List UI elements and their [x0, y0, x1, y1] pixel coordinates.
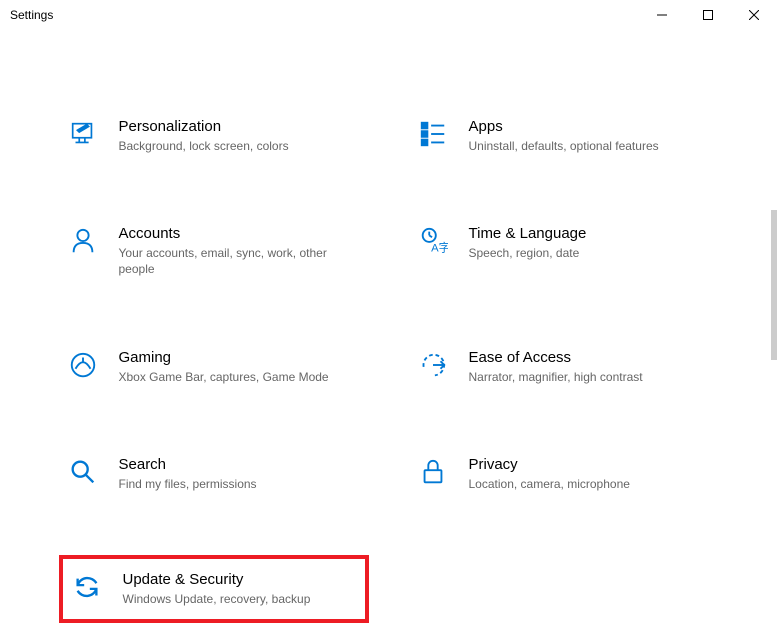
search-icon [67, 456, 99, 488]
privacy-icon [417, 456, 449, 488]
category-apps[interactable]: Apps Uninstall, defaults, optional featu… [409, 110, 719, 162]
scrollbar[interactable] [771, 210, 777, 360]
category-desc: Find my files, permissions [119, 476, 361, 492]
category-text: Apps Uninstall, defaults, optional featu… [469, 118, 711, 154]
category-title: Privacy [469, 456, 711, 473]
category-text: Personalization Background, lock screen,… [119, 118, 361, 154]
maximize-button[interactable] [685, 0, 731, 30]
category-desc: Your accounts, email, sync, work, other … [119, 245, 361, 277]
accounts-icon [67, 225, 99, 257]
category-text: Privacy Location, camera, microphone [469, 456, 711, 492]
category-privacy[interactable]: Privacy Location, camera, microphone [409, 448, 719, 500]
titlebar: Settings [0, 0, 777, 30]
ease-of-access-icon [417, 349, 449, 381]
category-text: Time & Language Speech, region, date [469, 225, 711, 261]
category-title: Accounts [119, 225, 361, 242]
category-desc: Location, camera, microphone [469, 476, 711, 492]
category-accounts[interactable]: Accounts Your accounts, email, sync, wor… [59, 217, 369, 285]
category-title: Gaming [119, 349, 361, 366]
category-title: Time & Language [469, 225, 711, 242]
close-button[interactable] [731, 0, 777, 30]
category-title: Update & Security [123, 571, 357, 588]
category-desc: Narrator, magnifier, high contrast [469, 369, 711, 385]
category-desc: Speech, region, date [469, 245, 711, 261]
gaming-icon [67, 349, 99, 381]
category-personalization[interactable]: Personalization Background, lock screen,… [59, 110, 369, 162]
category-update-security[interactable]: Update & Security Windows Update, recove… [59, 555, 369, 623]
minimize-button[interactable] [639, 0, 685, 30]
category-text: Accounts Your accounts, email, sync, wor… [119, 225, 361, 277]
category-title: Apps [469, 118, 711, 135]
personalization-icon [67, 118, 99, 150]
time-language-icon: A字 [417, 225, 449, 257]
category-text: Ease of Access Narrator, magnifier, high… [469, 349, 711, 385]
category-text: Search Find my files, permissions [119, 456, 361, 492]
window-title: Settings [10, 8, 53, 22]
apps-icon [417, 118, 449, 150]
category-title: Ease of Access [469, 349, 711, 366]
settings-content: Personalization Background, lock screen,… [0, 30, 777, 643]
category-search[interactable]: Search Find my files, permissions [59, 448, 369, 500]
category-desc: Uninstall, defaults, optional features [469, 138, 711, 154]
category-desc: Xbox Game Bar, captures, Game Mode [119, 369, 361, 385]
category-desc: Background, lock screen, colors [119, 138, 361, 154]
category-gaming[interactable]: Gaming Xbox Game Bar, captures, Game Mod… [59, 341, 369, 393]
category-text: Update & Security Windows Update, recove… [123, 571, 357, 607]
category-title: Personalization [119, 118, 361, 135]
category-desc: Windows Update, recovery, backup [123, 591, 357, 607]
settings-grid: Personalization Background, lock screen,… [59, 110, 719, 623]
category-time-language[interactable]: A字 Time & Language Speech, region, date [409, 217, 719, 285]
update-security-icon [71, 571, 103, 603]
svg-text:A字: A字 [431, 241, 448, 255]
window-controls [639, 0, 777, 29]
category-text: Gaming Xbox Game Bar, captures, Game Mod… [119, 349, 361, 385]
category-ease-of-access[interactable]: Ease of Access Narrator, magnifier, high… [409, 341, 719, 393]
category-title: Search [119, 456, 361, 473]
